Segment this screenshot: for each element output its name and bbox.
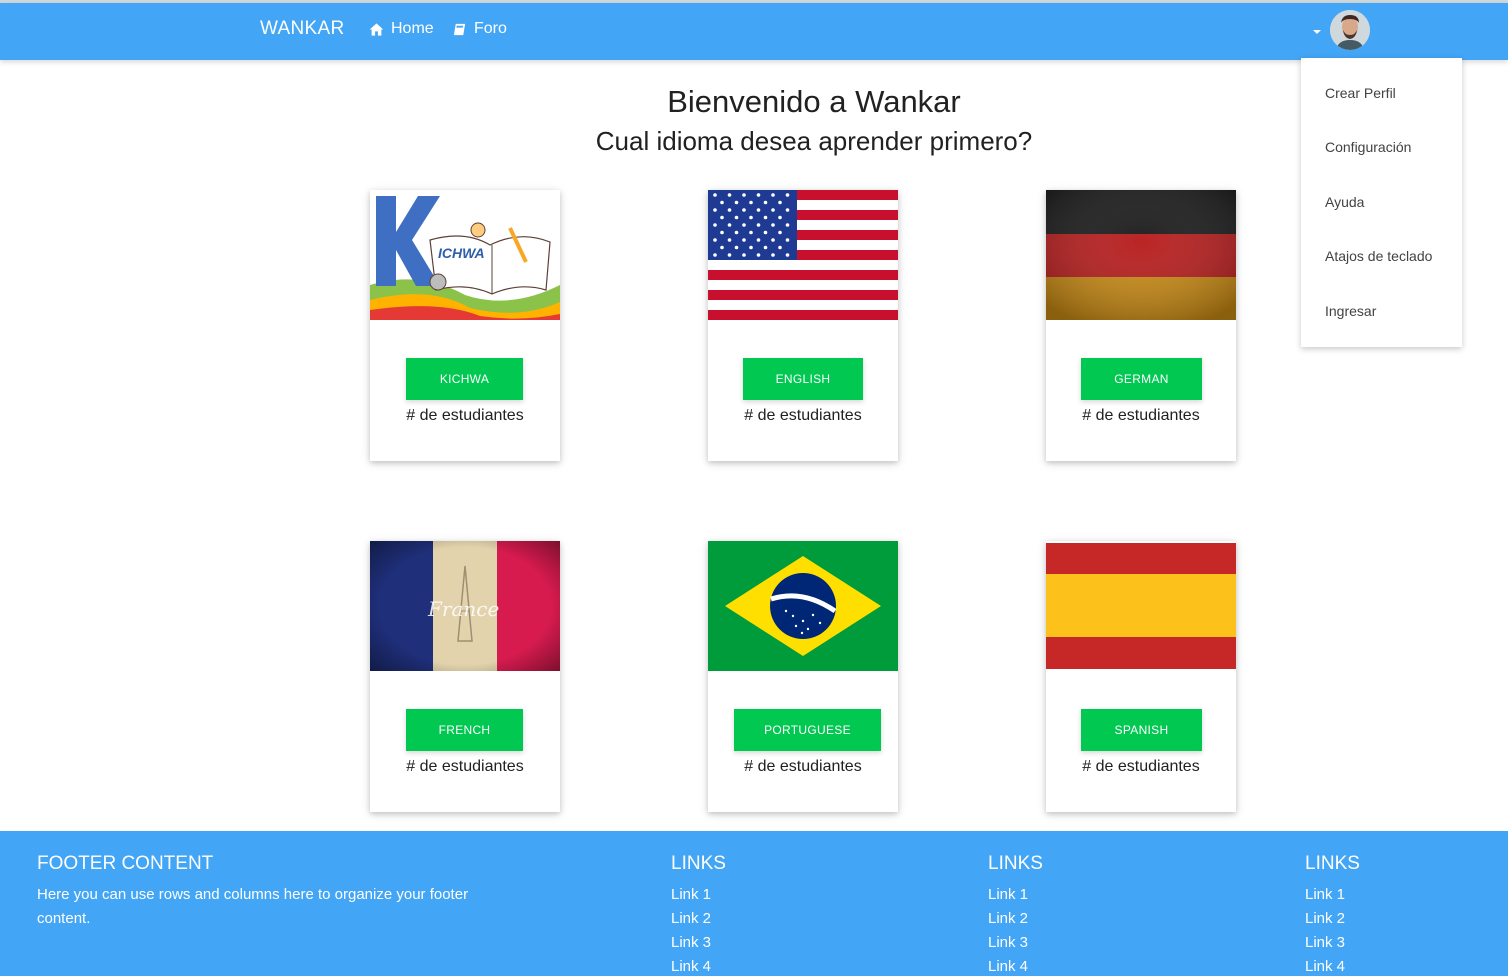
- footer-link[interactable]: Link 2: [988, 907, 1028, 931]
- page-title: Bienvenido a Wankar: [667, 84, 961, 119]
- english-student-count: # de estudiantes: [744, 407, 862, 424]
- navbar: WANKAR Home Foro: [0, 3, 1508, 60]
- menu-item-ayuda[interactable]: Ayuda: [1325, 194, 1364, 210]
- footer-heading: FOOTER CONTENT: [37, 853, 214, 874]
- menu-item-ingresar[interactable]: Ingresar: [1325, 303, 1376, 319]
- footer-links-column-3: Link 1 Link 2 Link 3 Link 4: [1305, 883, 1345, 979]
- footer-link[interactable]: Link 3: [988, 931, 1028, 955]
- language-card-kichwa: ICHWA KICHWA # de estudiantes: [370, 190, 560, 461]
- footer-link[interactable]: Link 4: [1305, 955, 1345, 979]
- footer: FOOTER CONTENT Here you can use rows and…: [0, 831, 1508, 976]
- nav-foro-label: Foro: [474, 20, 507, 37]
- footer-link[interactable]: Link 3: [671, 931, 711, 955]
- footer-links-column-1: Link 1 Link 2 Link 3 Link 4: [671, 883, 711, 979]
- nav-home-label: Home: [391, 20, 434, 37]
- footer-links-column-2: Link 1 Link 2 Link 3 Link 4: [988, 883, 1028, 979]
- spanish-button[interactable]: SPANISH: [1081, 709, 1202, 751]
- footer-link[interactable]: Link 3: [1305, 931, 1345, 955]
- french-button[interactable]: FRENCH: [406, 709, 523, 751]
- brazil-flag-image: [708, 541, 898, 671]
- portuguese-button[interactable]: PORTUGUESE: [734, 709, 881, 751]
- footer-links-heading-3: LINKS: [1305, 853, 1360, 874]
- kichwa-image-text: ICHWA: [438, 245, 485, 261]
- language-card-french: France FRENCH # de estudiantes: [370, 541, 560, 812]
- france-flag-image: France: [370, 541, 560, 671]
- footer-link[interactable]: Link 1: [988, 883, 1028, 907]
- kichwa-image: ICHWA: [370, 190, 560, 320]
- france-image-text: France: [427, 597, 499, 621]
- german-student-count: # de estudiantes: [1082, 407, 1200, 424]
- kichwa-student-count: # de estudiantes: [406, 407, 524, 424]
- portuguese-student-count: # de estudiantes: [744, 758, 862, 775]
- footer-text: Here you can use rows and columns here t…: [37, 886, 469, 927]
- avatar[interactable]: [1330, 10, 1370, 50]
- page-subtitle: Cual idioma desea aprender primero?: [595, 126, 1033, 156]
- brand-logo[interactable]: WANKAR: [260, 18, 345, 40]
- footer-links-heading-2: LINKS: [988, 853, 1043, 874]
- nav-foro-link[interactable]: Foro: [452, 20, 507, 38]
- footer-link[interactable]: Link 2: [671, 907, 711, 931]
- footer-link[interactable]: Link 4: [671, 955, 711, 979]
- french-student-count: # de estudiantes: [406, 758, 524, 775]
- footer-link[interactable]: Link 2: [1305, 907, 1345, 931]
- footer-link[interactable]: Link 1: [671, 883, 711, 907]
- language-card-english: ENGLISH # de estudiantes: [708, 190, 898, 461]
- home-icon: [369, 22, 384, 36]
- language-card-german: GERMAN # de estudiantes: [1046, 190, 1236, 461]
- english-button[interactable]: ENGLISH: [743, 358, 863, 400]
- footer-link[interactable]: Link 4: [988, 955, 1028, 979]
- menu-item-atajos[interactable]: Atajos de teclado: [1325, 248, 1432, 264]
- germany-flag-image: [1046, 190, 1236, 320]
- language-card-spanish: SPANISH # de estudiantes: [1046, 541, 1236, 812]
- usa-flag-image: [708, 190, 898, 320]
- book-icon: [453, 23, 466, 35]
- footer-link[interactable]: Link 1: [1305, 883, 1345, 907]
- german-button[interactable]: GERMAN: [1081, 358, 1202, 400]
- language-card-portuguese: PORTUGUESE # de estudiantes: [708, 541, 898, 812]
- spanish-student-count: # de estudiantes: [1082, 758, 1200, 775]
- footer-links-heading-1: LINKS: [671, 853, 726, 874]
- kichwa-button[interactable]: KICHWA: [406, 358, 523, 400]
- caret-down-icon[interactable]: [1313, 30, 1321, 34]
- spain-flag-image: [1046, 541, 1236, 671]
- nav-home-link[interactable]: Home: [369, 20, 434, 38]
